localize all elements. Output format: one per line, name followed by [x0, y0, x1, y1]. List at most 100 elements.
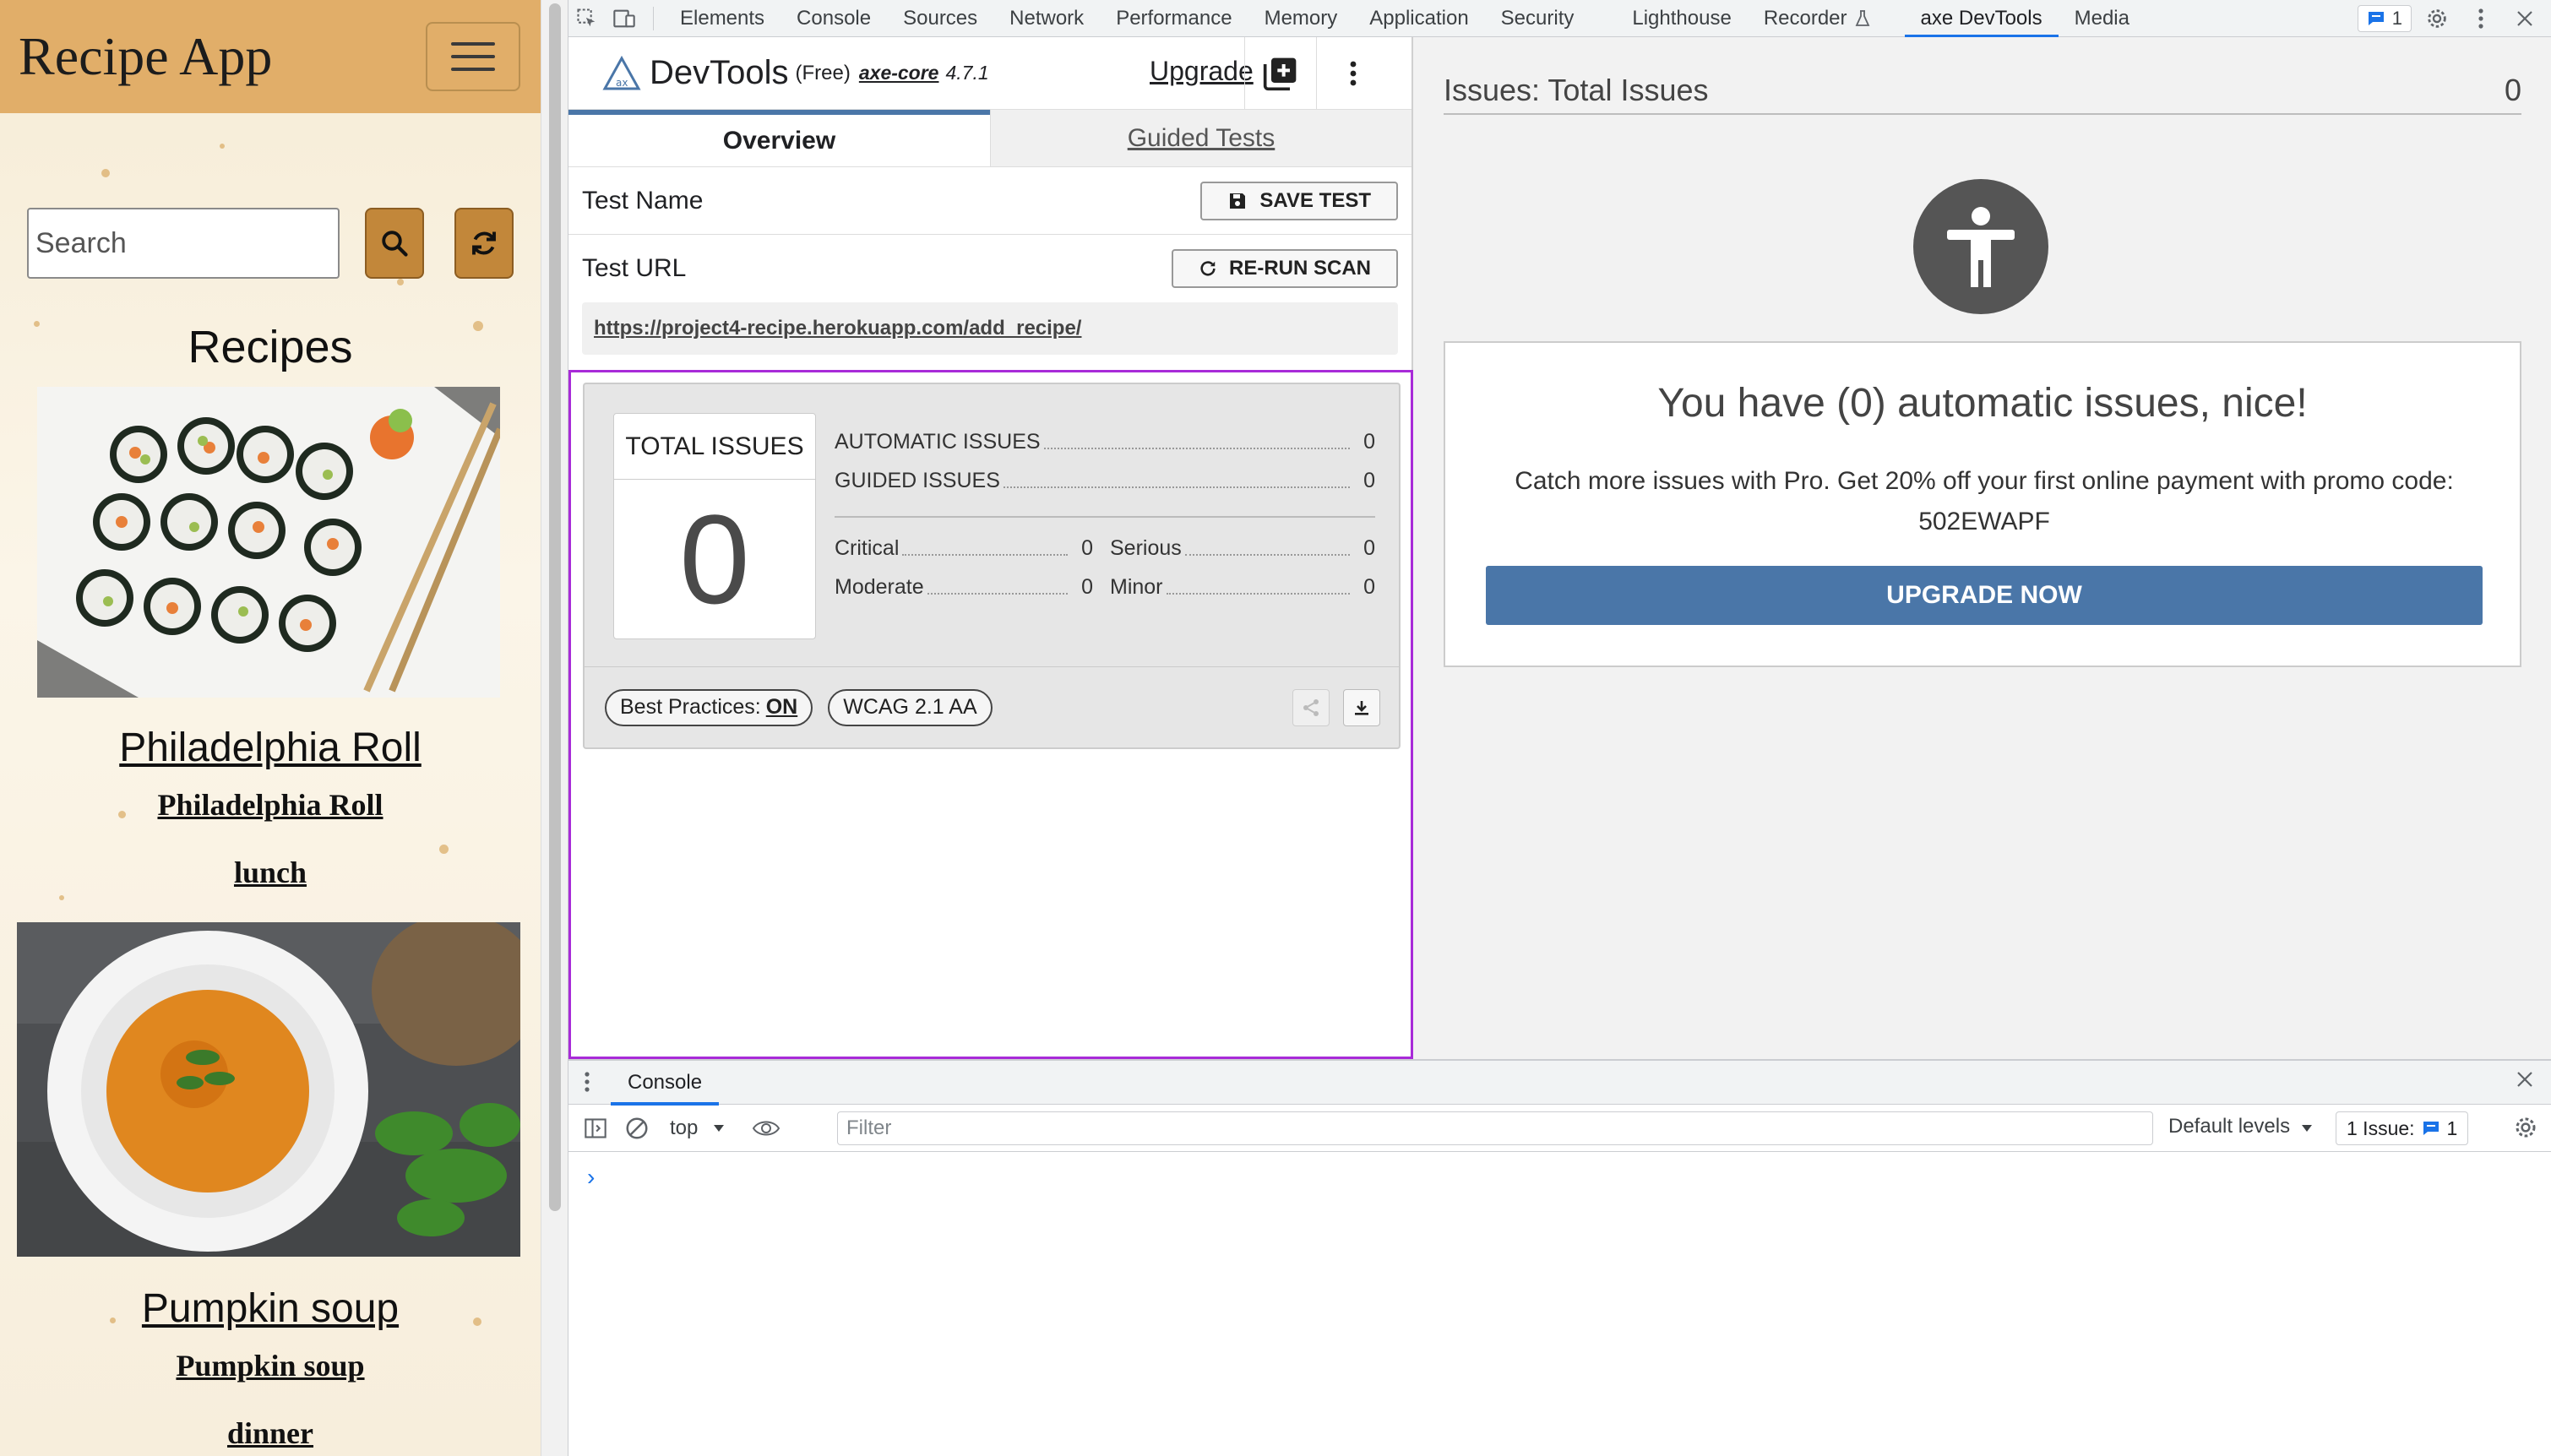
- dropdown-arrow-icon: [714, 1124, 725, 1132]
- tab-application[interactable]: Application: [1353, 0, 1484, 37]
- refresh-icon: [1200, 261, 1216, 276]
- settings-button[interactable]: [2418, 0, 2456, 37]
- moderate-row[interactable]: Moderate 0: [835, 575, 1093, 600]
- share-icon: [1303, 699, 1319, 716]
- drawer-tab-console[interactable]: Console: [611, 1061, 720, 1106]
- issues-counter-button[interactable]: 1: [2357, 4, 2412, 32]
- recipe-image-soup[interactable]: [17, 922, 520, 1257]
- page-scrollbar-thumb[interactable]: [549, 3, 561, 1211]
- rerun-scan-button[interactable]: RE-RUN SCAN: [1172, 249, 1398, 288]
- new-scan-button[interactable]: [1244, 37, 1317, 110]
- export-button[interactable]: [1343, 689, 1380, 726]
- axe-logo: ax DevTools (Free) axe-core 4.7.1: [602, 54, 989, 92]
- console-issues-button[interactable]: 1 Issue: 1: [2336, 1111, 2469, 1145]
- app-header: Recipe App: [0, 0, 541, 113]
- recipe-title-link[interactable]: Philadelphia Roll: [0, 725, 541, 771]
- add-box-icon: [1263, 57, 1297, 91]
- critical-count: 0: [1081, 536, 1093, 560]
- tab-recorder-label: Recorder: [1763, 6, 1847, 30]
- serious-row[interactable]: Serious 0: [1110, 536, 1375, 561]
- recipe-title-link[interactable]: Pumpkin soup: [0, 1285, 541, 1332]
- search-button[interactable]: [365, 208, 424, 279]
- accessibility-icon: [1913, 179, 2048, 314]
- tab-network[interactable]: Network: [993, 0, 1100, 37]
- tab-recorder[interactable]: Recorder: [1748, 0, 1905, 37]
- axe-menu-button[interactable]: [1317, 37, 1390, 110]
- critical-row[interactable]: Critical 0: [835, 536, 1093, 561]
- live-expression-button[interactable]: [752, 1118, 781, 1138]
- log-levels-select[interactable]: Default levels: [2168, 1115, 2313, 1138]
- axe-brand-name: DevTools: [650, 54, 789, 91]
- best-practices-toggle[interactable]: Best Practices: ON: [605, 688, 813, 726]
- tab-memory[interactable]: Memory: [1248, 0, 1354, 37]
- console-prompt[interactable]: ›: [587, 1164, 595, 1191]
- tab-console[interactable]: Console: [781, 0, 887, 37]
- search-row: [27, 208, 514, 279]
- save-test-button[interactable]: SAVE TEST: [1200, 181, 1398, 220]
- app-title[interactable]: Recipe App: [19, 25, 272, 88]
- close-icon: [2517, 10, 2532, 26]
- sidebar-icon: [585, 1117, 606, 1138]
- eye-icon: [753, 1121, 781, 1135]
- reset-search-button[interactable]: [454, 208, 514, 279]
- close-icon: [2517, 1072, 2532, 1087]
- recipe-subtitle-link[interactable]: Pumpkin soup: [0, 1348, 541, 1383]
- serious-label: Serious: [1110, 536, 1182, 560]
- issues-panel: Issues: Total Issues 0 You have (0) auto…: [1413, 37, 2551, 1059]
- message-icon: [2423, 1122, 2439, 1135]
- console-toolbar: top Default levels 1 Issue: 1: [568, 1105, 2551, 1152]
- customize-menu-button[interactable]: [2462, 0, 2499, 37]
- log-levels-label: Default levels: [2168, 1115, 2291, 1138]
- console-filter-input[interactable]: [837, 1111, 2153, 1145]
- issues-header-title: Issues: Total Issues: [1444, 73, 1709, 107]
- device-toolbar-button[interactable]: [606, 0, 643, 37]
- tab-security[interactable]: Security: [1485, 0, 1617, 37]
- tab-media[interactable]: Media: [2059, 0, 2146, 37]
- recipe-meal-link[interactable]: lunch: [0, 855, 541, 890]
- critical-label: Critical: [835, 536, 900, 560]
- test-url-link[interactable]: https://project4-recipe.herokuapp.com/ad…: [582, 302, 1398, 355]
- tab-guided-tests[interactable]: Guided Tests: [990, 110, 1411, 166]
- page-scrollbar[interactable]: [541, 0, 568, 1456]
- recipe-image-sushi[interactable]: [37, 387, 500, 698]
- console-issues-count: 1: [2446, 1116, 2458, 1139]
- clear-console-button[interactable]: [624, 1116, 650, 1141]
- axe-core-link[interactable]: axe-core: [859, 62, 939, 84]
- more-vert-icon: [585, 1072, 590, 1092]
- tab-elements[interactable]: Elements: [664, 0, 781, 37]
- axe-main-panel: ax DevTools (Free) axe-core 4.7.1 Upgrad…: [568, 37, 1413, 1059]
- tab-performance[interactable]: Performance: [1100, 0, 1248, 37]
- close-devtools-button[interactable]: [2506, 0, 2543, 37]
- toggle-sidebar-button[interactable]: [584, 1116, 607, 1140]
- tab-sources[interactable]: Sources: [887, 0, 993, 37]
- no-issues-title: You have (0) automatic issues, nice!: [1657, 381, 2308, 426]
- drawer-menu-button[interactable]: [584, 1071, 590, 1097]
- inspect-element-button[interactable]: [568, 0, 606, 37]
- gear-icon: [2428, 8, 2446, 28]
- context-select[interactable]: top: [660, 1116, 735, 1140]
- minor-count: 0: [1363, 575, 1375, 599]
- recipe-subtitle-link[interactable]: Philadelphia Roll: [0, 787, 541, 823]
- floppy-disk-icon: [1230, 193, 1246, 209]
- axe-view-tabs: Overview Guided Tests: [568, 110, 1411, 167]
- wcag-standard-select[interactable]: WCAG 2.1 AA: [828, 688, 993, 726]
- automatic-issues-count: 0: [1363, 430, 1375, 454]
- console-settings-button[interactable]: [2513, 1115, 2538, 1146]
- tab-lighthouse[interactable]: Lighthouse: [1616, 0, 1747, 37]
- best-practices-value: ON: [765, 695, 798, 719]
- drawer-tabbar: Console: [568, 1061, 2551, 1106]
- recipe-meal-link[interactable]: dinner: [0, 1415, 541, 1451]
- share-button[interactable]: [1292, 689, 1330, 726]
- automatic-issues-row[interactable]: AUTOMATIC ISSUES 0: [835, 430, 1375, 454]
- guided-issues-row[interactable]: GUIDED ISSUES 0: [835, 469, 1375, 493]
- minor-row[interactable]: Minor 0: [1110, 575, 1375, 600]
- menu-toggle-button[interactable]: [426, 22, 520, 91]
- search-input[interactable]: [27, 208, 340, 279]
- serious-count: 0: [1363, 536, 1375, 560]
- close-drawer-button[interactable]: [2515, 1069, 2535, 1094]
- upgrade-link[interactable]: Upgrade: [1150, 56, 1254, 87]
- tab-overview[interactable]: Overview: [568, 110, 990, 166]
- tab-axe-devtools[interactable]: axe DevTools: [1904, 0, 2059, 38]
- toolbar-divider: [653, 6, 654, 30]
- upgrade-now-button[interactable]: UPGRADE NOW: [1486, 566, 2483, 625]
